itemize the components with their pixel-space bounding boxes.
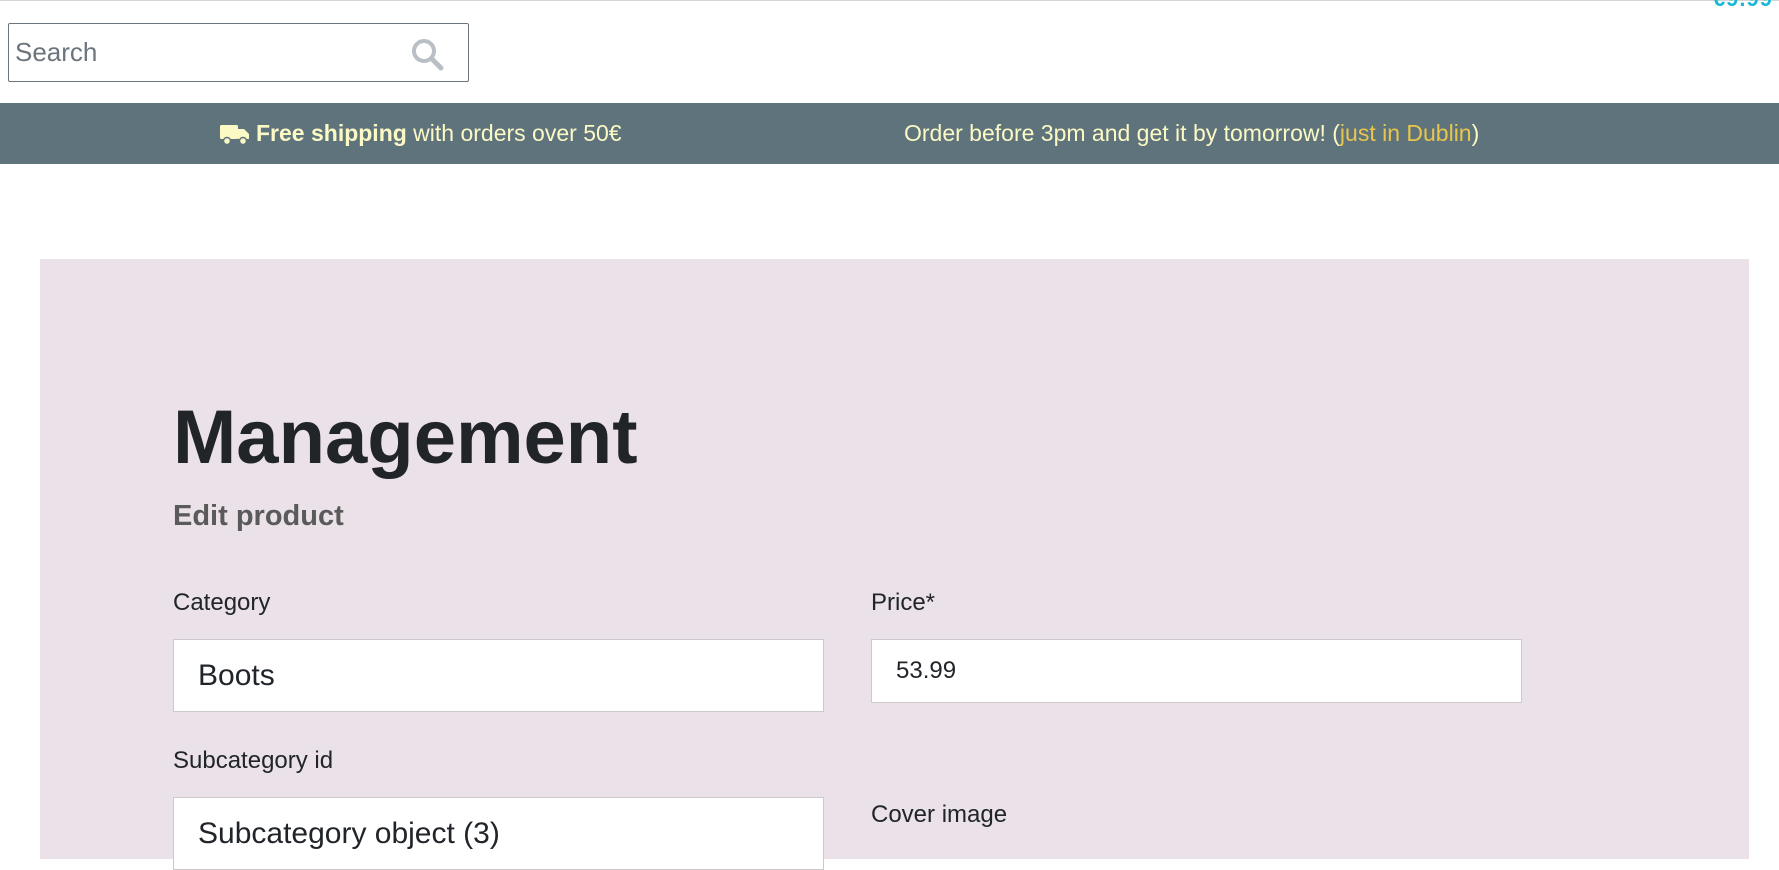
search-icon (412, 39, 444, 71)
price-label: Price* (871, 589, 936, 616)
search-form (8, 23, 469, 82)
shipping-message: Free shipping with orders over 50€ (220, 103, 622, 164)
category-select[interactable]: Boots (173, 639, 824, 712)
category-label: Category (173, 589, 271, 616)
search-input[interactable] (9, 24, 389, 81)
page-title: Management (173, 395, 638, 480)
free-shipping-condition: with orders over 50€ (406, 120, 622, 146)
info-banner: Free shipping with orders over 50€ Order… (0, 103, 1779, 164)
truck-icon (220, 124, 249, 145)
subcategory-label: Subcategory id (173, 747, 334, 774)
page-subtitle: Edit product (173, 500, 344, 532)
search-button[interactable] (410, 37, 444, 71)
free-shipping-label: Free shipping (256, 120, 407, 146)
subcategory-select[interactable]: Subcategory object (3) (173, 797, 824, 870)
cart-total[interactable]: €9.99 (1713, 0, 1773, 12)
delivery-text-end: ) (1471, 120, 1480, 146)
price-input[interactable]: 53.99 (871, 639, 1522, 703)
cover-image-label: Cover image (871, 801, 1008, 828)
delivery-text: Order before 3pm and get it by tomorrow!… (904, 120, 1340, 146)
top-divider (0, 0, 1779, 1)
delivery-message: Order before 3pm and get it by tomorrow!… (904, 103, 1479, 164)
delivery-region-link[interactable]: just in Dublin (1340, 120, 1472, 147)
